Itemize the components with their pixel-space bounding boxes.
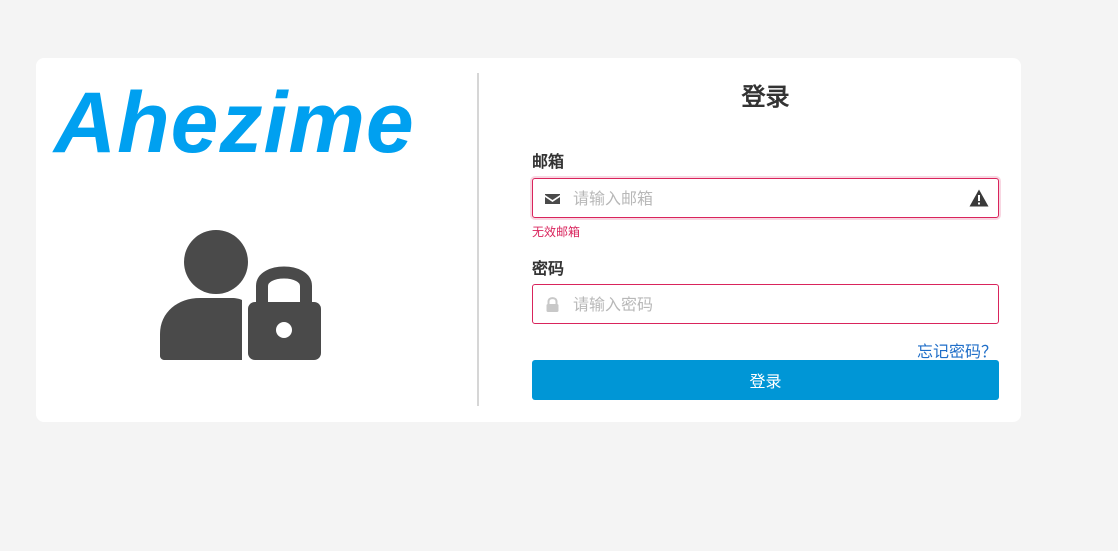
form-title: 登录 [741, 83, 790, 111]
password-label: 密码 [532, 259, 565, 278]
forgot-password-link[interactable]: 忘记密码？ [917, 338, 997, 362]
password-field[interactable] [532, 284, 999, 324]
email-label: 邮箱 [532, 152, 565, 171]
email-field[interactable] [532, 178, 999, 218]
login-form: 登录 邮箱 无效邮箱 密码 忘记密码？ 登录 [532, 58, 999, 422]
user-lock-icon [160, 230, 321, 360]
warning-icon [969, 189, 989, 207]
login-button[interactable]: 登录 [532, 360, 999, 400]
email-input[interactable] [573, 179, 953, 217]
panel-divider [477, 73, 479, 406]
envelope-icon [545, 194, 560, 204]
login-card: Ahezime 登录 邮箱 无效邮箱 密码 [36, 58, 1021, 422]
password-input[interactable] [573, 285, 953, 323]
lock-icon [546, 297, 559, 312]
email-error-message: 无效邮箱 [532, 225, 581, 239]
brand-logo: Ahezime [54, 75, 415, 171]
